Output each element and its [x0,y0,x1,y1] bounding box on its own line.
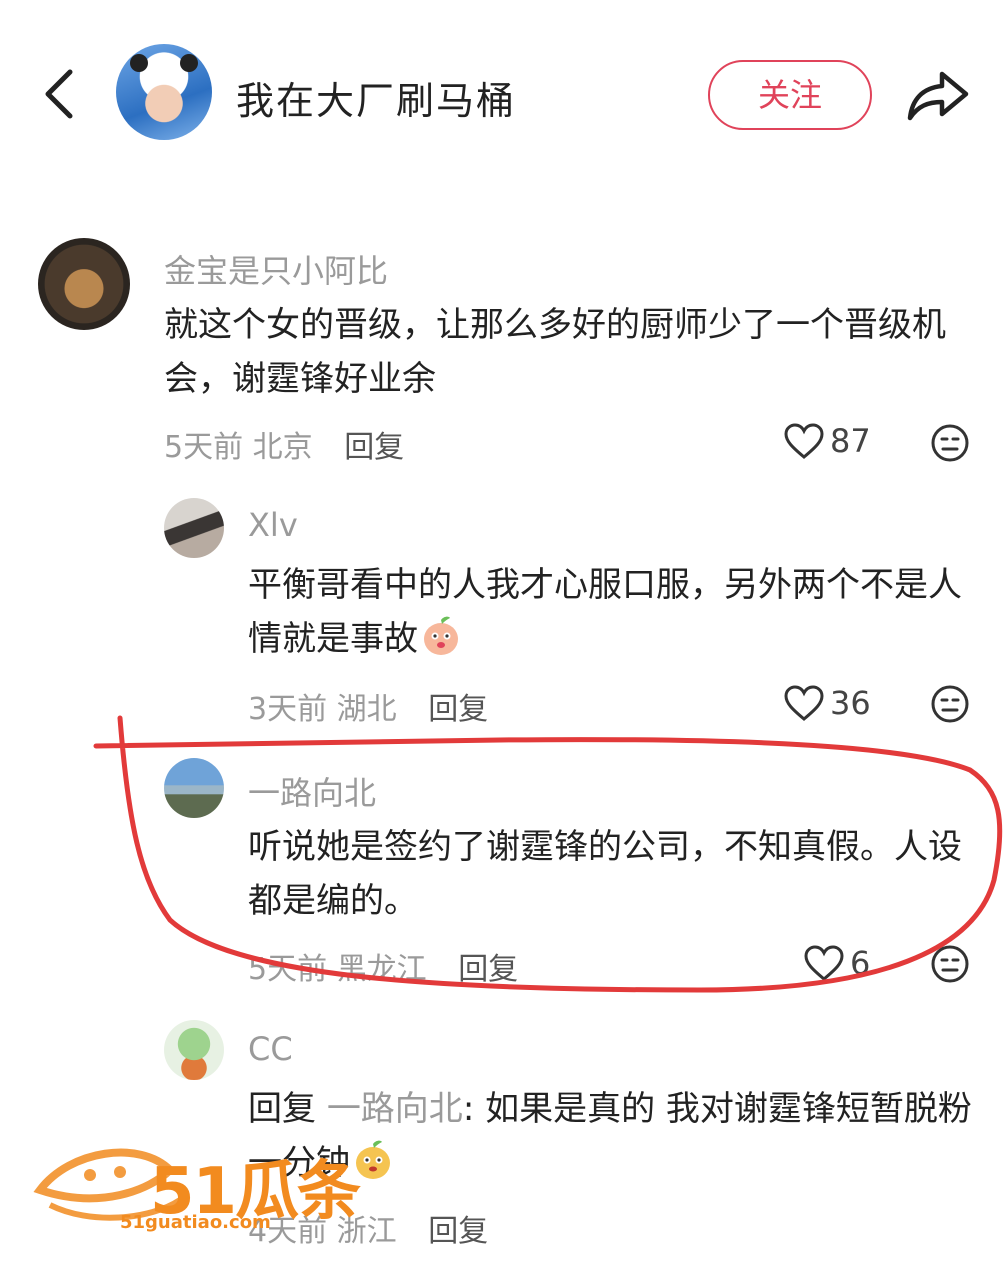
like-count: 6 [850,944,871,982]
heart-icon [784,423,824,459]
reply-prefix: 回复 [248,1089,316,1129]
back-arrow-icon[interactable] [40,68,80,120]
commenter-avatar[interactable] [38,238,130,330]
comment-time: 5天前 [248,952,328,987]
heart-icon [784,685,824,721]
comment-time: 5天前 [164,430,244,465]
commenter-avatar[interactable] [164,1020,224,1080]
like-button[interactable]: 6 [804,944,870,982]
comment-location: 湖北 [336,692,397,727]
author-name[interactable]: 我在大厂刷马桶 [236,70,516,125]
comment-meta: 5天前 北京 回复 [164,422,404,466]
comment-text-content: 平衡哥看中的人我才心服口服，另外两个不是人情就是事故 [248,565,962,659]
mention-link[interactable]: 一路向北 [327,1089,463,1129]
like-count: 87 [830,422,871,460]
follow-button[interactable]: 关注 [708,60,872,130]
comment-location: 黑龙江 [336,952,427,987]
comment-location: 北京 [252,430,313,465]
author-avatar[interactable] [116,44,212,140]
like-button[interactable]: 36 [784,684,871,722]
like-count: 36 [830,684,871,722]
reply-button[interactable]: 回复 [428,1214,488,1249]
commenter-name[interactable]: 金宝是只小阿比 [164,246,388,292]
commenter-name[interactable]: Xlv [248,506,298,544]
top-bar: 我在大厂刷马桶 关注 [0,0,1008,190]
commenter-name[interactable]: 一路向北 [248,768,376,814]
heart-icon [804,945,844,981]
reply-button[interactable]: 回复 [458,952,518,987]
comment-meta: 3天前 湖北 回复 [248,684,488,728]
commenter-avatar[interactable] [164,758,224,818]
reply-button[interactable]: 回复 [344,430,404,465]
like-button[interactable]: 87 [784,422,871,460]
comment-text: 听说她是签约了谢霆锋的公司，不知真假。人设都是编的。 [248,827,962,921]
watermark-url: 51guatiao.com [120,1212,271,1233]
neutral-face-icon[interactable] [930,423,970,463]
commenter-name[interactable]: CC [248,1030,293,1068]
share-icon[interactable] [906,68,970,124]
reply-button[interactable]: 回复 [428,692,488,727]
comment-text: 就这个女的晋级，让那么多好的厨师少了一个晋级机会，谢霆锋好业余 [164,305,946,399]
neutral-face-icon[interactable] [930,684,970,724]
comment-time: 3天前 [248,692,328,727]
commenter-avatar[interactable] [164,498,224,558]
comment-text: 平衡哥看中的人我才心服口服，另外两个不是人情就是事故 [248,558,978,666]
peach-emoji-icon [424,616,458,655]
neutral-face-icon[interactable] [930,944,970,984]
comment-meta: 5天前 黑龙江 回复 [248,944,518,988]
